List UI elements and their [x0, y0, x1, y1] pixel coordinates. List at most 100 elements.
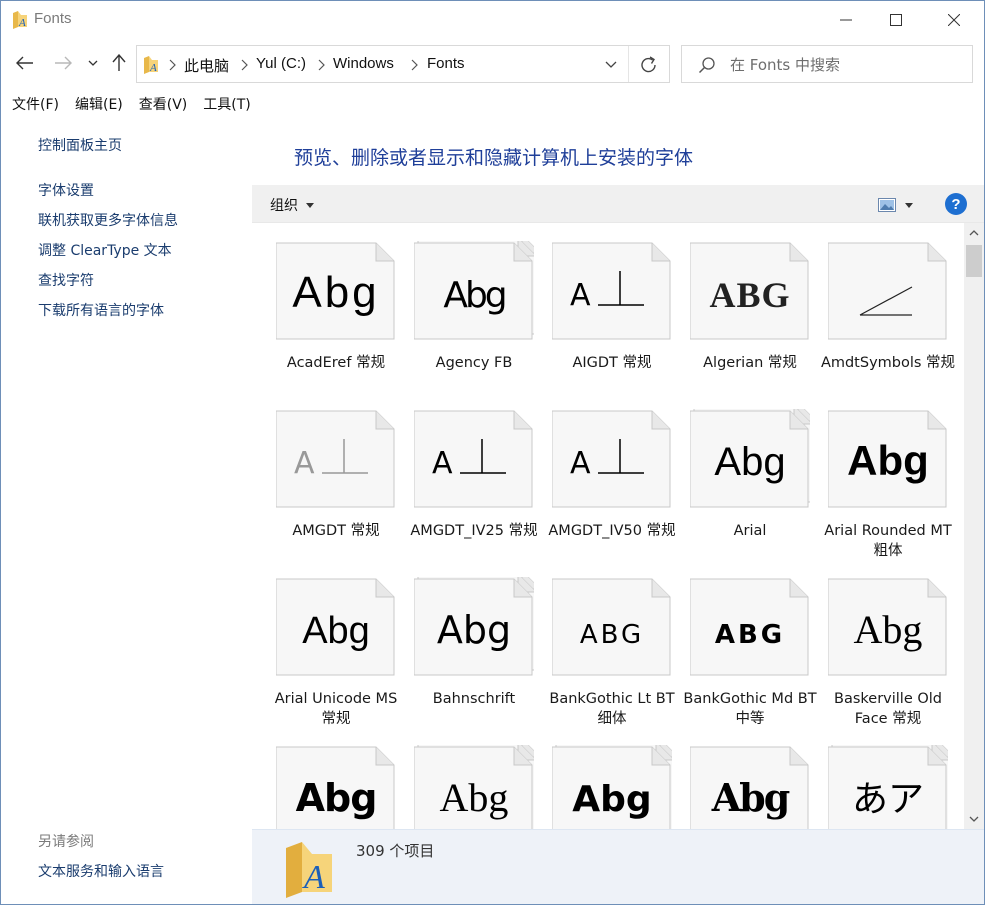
chevron-right-icon[interactable]	[167, 58, 177, 72]
chevron-right-icon[interactable]	[316, 58, 326, 72]
find-character-link[interactable]: 查找字符	[38, 270, 94, 290]
font-item[interactable]: Abg Arial Unicode MS 常规	[252, 559, 397, 727]
font-item[interactable]: ABG Algerian 常规	[666, 223, 809, 391]
adjust-cleartype-link[interactable]: 调整 ClearType 文本	[38, 240, 172, 260]
text-services-link[interactable]: 文本服务和输入语言	[38, 861, 164, 881]
breadcrumb-this-pc[interactable]: 此电脑	[184, 55, 229, 76]
content-pane: 预览、删除或者显示和隐藏计算机上安装的字体 组织 ? Abg AcadEref 常…	[252, 117, 984, 904]
close-button[interactable]	[931, 1, 977, 39]
font-document-icon: Abg	[276, 242, 395, 340]
maximize-icon	[890, 14, 902, 26]
font-item[interactable]: A AMGDT_IV25 常规	[390, 391, 538, 559]
organize-button[interactable]: 组织	[270, 195, 314, 215]
forward-arrow-icon	[55, 56, 72, 70]
vertical-scrollbar[interactable]	[964, 223, 984, 829]
scroll-thumb[interactable]	[966, 245, 982, 277]
menu-bar: 文件(F) 编辑(E) 查看(V) 工具(T)	[1, 91, 984, 115]
control-panel-home-link[interactable]: 控制面板主页	[38, 135, 122, 155]
search-input[interactable]	[730, 53, 960, 77]
font-item[interactable]: A AIGDT 常规	[528, 223, 671, 391]
font-item[interactable]: あア	[804, 727, 948, 829]
font-document-icon: Abg	[414, 745, 534, 829]
change-view-button[interactable]	[878, 196, 920, 214]
font-item[interactable]: A AMGDT_IV50 常规	[528, 391, 676, 559]
minimize-button[interactable]	[823, 1, 869, 39]
font-item[interactable]: Abg	[666, 727, 809, 829]
online-font-info-link[interactable]: 联机获取更多字体信息	[38, 210, 178, 230]
menu-edit[interactable]: 编辑(E)	[75, 91, 123, 115]
page-title: 预览、删除或者显示和隐藏计算机上安装的字体	[294, 147, 694, 169]
font-settings-link[interactable]: 字体设置	[38, 180, 94, 200]
scroll-up-button[interactable]	[964, 223, 984, 243]
font-preview-text: Abg	[292, 268, 379, 317]
chevron-up-icon	[969, 230, 979, 236]
font-item[interactable]: Abg Arial	[666, 391, 810, 559]
chevron-right-icon[interactable]	[239, 58, 249, 72]
font-name-label: AIGDT 常规	[572, 355, 652, 371]
up-button[interactable]	[107, 51, 131, 75]
font-item[interactable]: Abg Arial Rounded MT 粗体	[804, 391, 952, 559]
refresh-icon[interactable]	[637, 54, 661, 76]
back-button[interactable]	[13, 51, 37, 75]
font-preview-text: Abg	[302, 610, 370, 652]
font-item[interactable]: Abg	[528, 727, 672, 829]
font-preview-text: ABG	[580, 620, 644, 650]
font-item[interactable]: ABG BankGothic Lt BT 细体	[528, 559, 675, 727]
font-preview-text: Abg	[296, 776, 377, 820]
search-icon	[698, 57, 715, 74]
font-document-icon	[828, 242, 947, 340]
forward-button[interactable]	[51, 51, 75, 75]
menu-view[interactable]: 查看(V)	[139, 91, 188, 115]
font-document-icon: Abg	[690, 746, 809, 829]
recent-locations-button[interactable]	[83, 51, 103, 75]
chevron-down-icon	[88, 60, 98, 66]
font-document-icon: Abg	[552, 745, 672, 829]
font-item[interactable]: AmdtSymbols 常规	[804, 223, 955, 391]
navigation-bar: A 此电脑 Yul (C:) Windows Fonts	[1, 43, 984, 83]
search-box[interactable]	[681, 45, 973, 83]
breadcrumb-fonts[interactable]: Fonts	[427, 55, 465, 72]
font-name-label: Bahnschrift	[432, 691, 516, 707]
breadcrumb-drive[interactable]: Yul (C:)	[256, 55, 306, 72]
font-item[interactable]: Abg	[252, 727, 395, 829]
see-also-heading: 另请参阅	[38, 834, 94, 850]
font-item[interactable]: Abg Baskerville Old Face 常规	[804, 559, 947, 727]
help-button[interactable]: ?	[945, 193, 967, 215]
font-name-label: BankGothic Md BT 中等	[683, 691, 817, 727]
font-preview-text: Abg	[572, 779, 651, 820]
font-item[interactable]: ABG BankGothic Md BT 中等	[666, 559, 817, 727]
font-item[interactable]: Abg	[390, 727, 534, 829]
scroll-down-button[interactable]	[964, 809, 984, 829]
font-preview-text: Abg	[443, 275, 504, 316]
minimize-icon	[840, 19, 852, 21]
maximize-button[interactable]	[873, 1, 919, 39]
font-name-label: AMGDT 常规	[292, 523, 380, 539]
menu-file[interactable]: 文件(F)	[12, 91, 59, 115]
font-preview-text: Abg	[437, 608, 511, 652]
download-fonts-link[interactable]: 下载所有语言的字体	[38, 300, 164, 320]
command-bar: 组织 ?	[252, 185, 984, 223]
font-item[interactable]: Abg Agency FB	[390, 223, 534, 391]
font-preview-text: A	[432, 446, 453, 481]
menu-tools[interactable]: 工具(T)	[203, 91, 250, 115]
font-item[interactable]: A AMGDT 常规	[252, 391, 395, 559]
breadcrumb-windows[interactable]: Windows	[333, 55, 394, 72]
explorer-window: A Fonts A 此电脑 Yul (C:) Windows Fonts 在 F…	[0, 0, 985, 905]
up-arrow-icon	[112, 54, 126, 71]
font-document-icon: A	[552, 410, 671, 508]
font-document-icon: Abg	[828, 578, 947, 676]
font-preview-text: A	[570, 446, 591, 481]
title-bar: A Fonts	[1, 1, 984, 39]
svg-text:A: A	[18, 17, 26, 29]
font-item[interactable]: Abg AcadEref 常规	[252, 223, 395, 391]
chevron-down-icon[interactable]	[603, 58, 619, 72]
fonts-folder-icon: A	[144, 56, 158, 74]
address-bar[interactable]: A 此电脑 Yul (C:) Windows Fonts	[136, 45, 670, 83]
svg-text:A: A	[302, 859, 325, 896]
chevron-right-icon[interactable]	[409, 58, 419, 72]
font-item[interactable]: Abg Bahnschrift	[390, 559, 534, 727]
font-name-label: AmdtSymbols 常规	[820, 355, 956, 371]
fonts-folder-icon: A	[286, 842, 332, 898]
font-preview-text: ABG	[715, 620, 785, 650]
font-document-icon: Abg	[690, 409, 810, 508]
